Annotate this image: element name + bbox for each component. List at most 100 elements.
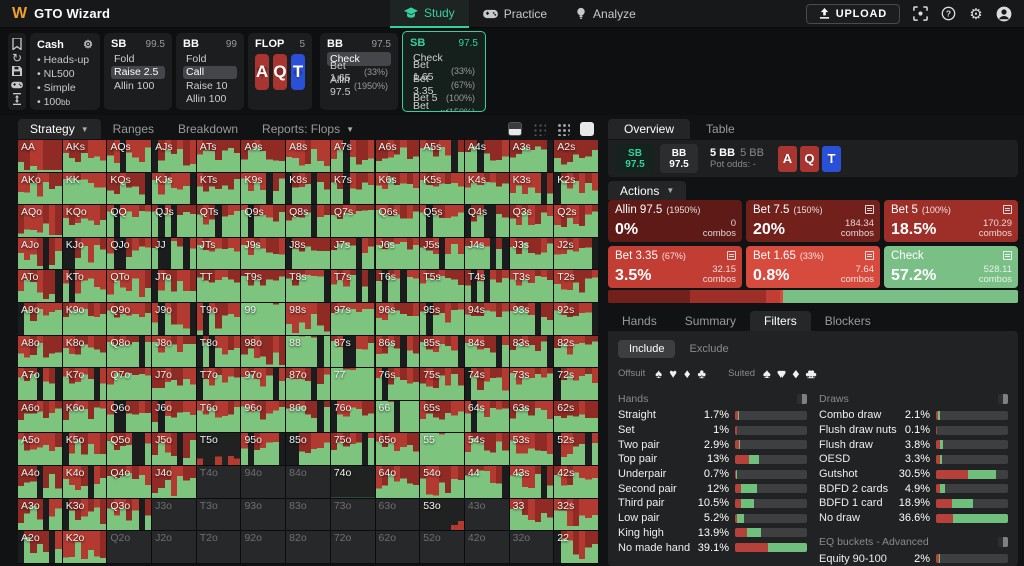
history-panel-0[interactable]: SB99.5FoldRaise 2.5Allin 100 <box>104 33 172 110</box>
matrix-cell-52o[interactable]: 52o <box>420 531 464 563</box>
matrix-cell-J2o[interactable]: J2o <box>152 531 196 563</box>
dense-grid-icon[interactable] <box>556 122 570 136</box>
note-icon[interactable] <box>727 251 736 260</box>
matrix-cell-J7o[interactable]: J7o <box>152 368 196 400</box>
action-row[interactable]: Allin 100 <box>111 79 165 93</box>
hands-row[interactable]: Third pair10.5% <box>618 496 807 511</box>
upload-button[interactable]: UPLOAD <box>806 4 900 24</box>
note-icon[interactable] <box>865 205 874 214</box>
matrix-cell-JTo[interactable]: JTo <box>152 270 196 302</box>
matrix-cell-ATs[interactable]: ATs <box>197 140 241 172</box>
flop-panel[interactable]: FLOP5 ♥A♥Q♦T <box>248 33 312 110</box>
matrix-cell-84o[interactable]: 84o <box>286 466 330 498</box>
matrix-cell-53o[interactable]: 53o <box>420 499 464 531</box>
matrix-cell-K6o[interactable]: K6o <box>63 401 107 433</box>
matrix-cell-93s[interactable]: 93s <box>510 303 554 335</box>
matrix-cell-A3o[interactable]: A3o <box>18 499 62 531</box>
matrix-cell-A7o[interactable]: A7o <box>18 368 62 400</box>
matrix-cell-Q2o[interactable]: Q2o <box>107 531 151 563</box>
note-icon[interactable] <box>1003 205 1012 214</box>
matrix-cell-97o[interactable]: 97o <box>241 368 285 400</box>
hands-row[interactable]: King high13.9% <box>618 526 807 541</box>
matrix-cell-T6s[interactable]: T6s <box>376 270 420 302</box>
matrix-cell-A3s[interactable]: A3s <box>510 140 554 172</box>
game-config-panel[interactable]: Cash⚙ • Heads-up• NL500• Simple• 100bb <box>30 33 100 110</box>
offsuit-suit-1[interactable]: ♥ <box>669 366 677 381</box>
matrix-cell-99[interactable]: 99 <box>241 303 285 335</box>
matrix-cell-54o[interactable]: 54o <box>420 466 464 498</box>
matrix-cell-Q2s[interactable]: Q2s <box>554 205 598 237</box>
matrix-cell-T3s[interactable]: T3s <box>510 270 554 302</box>
matrix-cell-85s[interactable]: 85s <box>420 336 464 368</box>
nav-tab-practice[interactable]: Practice <box>469 0 561 28</box>
matrix-cell-QQ[interactable]: QQ <box>107 205 151 237</box>
section-toggle-icon[interactable] <box>998 537 1008 547</box>
matrix-cell-J5o[interactable]: J5o <box>152 433 196 465</box>
draws-row[interactable]: No draw36.6% <box>819 511 1008 526</box>
matrix-cell-J6s[interactable]: J6s <box>376 238 420 270</box>
settings-icon[interactable]: ⚙ <box>968 6 984 22</box>
matrix-cell-A6o[interactable]: A6o <box>18 401 62 433</box>
matrix-cell-94s[interactable]: 94s <box>465 303 509 335</box>
matrix-cell-98o[interactable]: 98o <box>241 336 285 368</box>
matrix-cell-87s[interactable]: 87s <box>331 336 375 368</box>
matrix-cell-KQs[interactable]: KQs <box>107 173 151 205</box>
matrix-cell-87o[interactable]: 87o <box>286 368 330 400</box>
history-panel-2[interactable]: BB97.5CheckBet 1.65(33%)Allin 97.5(1950%… <box>320 33 398 110</box>
hands-row[interactable]: Straight1.7% <box>618 408 807 423</box>
matrix-cell-Q7s[interactable]: Q7s <box>331 205 375 237</box>
right-tab-overview[interactable]: Overview <box>608 119 690 139</box>
matrix-cell-43o[interactable]: 43o <box>465 499 509 531</box>
action-row[interactable]: Raise 10 <box>183 79 237 93</box>
matrix-cell-AKs[interactable]: AKs <box>63 140 107 172</box>
draws-row[interactable]: Combo draw2.1% <box>819 408 1008 423</box>
matrix-cell-K4o[interactable]: K4o <box>63 466 107 498</box>
matrix-cell-J3o[interactable]: J3o <box>152 499 196 531</box>
matrix-cell-76s[interactable]: 76s <box>376 368 420 400</box>
matrix-cell-T9o[interactable]: T9o <box>197 303 241 335</box>
matrix-cell-T2o[interactable]: T2o <box>197 531 241 563</box>
hands-row[interactable]: Underpair0.7% <box>618 467 807 482</box>
matrix-cell-95o[interactable]: 95o <box>241 433 285 465</box>
matrix-cell-Q3o[interactable]: Q3o <box>107 499 151 531</box>
detail-tab-summary[interactable]: Summary <box>671 311 750 331</box>
hands-row[interactable]: Second pair12% <box>618 481 807 496</box>
matrix-cell-42o[interactable]: 42o <box>465 531 509 563</box>
matrix-cell-J7s[interactable]: J7s <box>331 238 375 270</box>
matrix-cell-T8o[interactable]: T8o <box>197 336 241 368</box>
matrix-cell-52s[interactable]: 52s <box>554 433 598 465</box>
matrix-cell-T5s[interactable]: T5s <box>420 270 464 302</box>
help-icon[interactable]: ? <box>940 6 956 22</box>
matrix-cell-Q4o[interactable]: Q4o <box>107 466 151 498</box>
matrix-cell-62s[interactable]: 62s <box>554 401 598 433</box>
matrix-cell-86o[interactable]: 86o <box>286 401 330 433</box>
matrix-cell-Q4s[interactable]: Q4s <box>465 205 509 237</box>
hands-row[interactable]: Top pair13% <box>618 452 807 467</box>
matrix-cell-43s[interactable]: 43s <box>510 466 554 498</box>
matrix-cell-84s[interactable]: 84s <box>465 336 509 368</box>
detail-tab-filters[interactable]: Filters <box>750 311 811 331</box>
matrix-cell-72o[interactable]: 72o <box>331 531 375 563</box>
draws-row[interactable]: Gutshot30.5% <box>819 467 1008 482</box>
eq-row[interactable]: Equity 90-1002% <box>819 552 1008 566</box>
matrix-cell-QJo[interactable]: QJo <box>107 238 151 270</box>
matrix-cell-92o[interactable]: 92o <box>241 531 285 563</box>
action-row[interactable]: Fold <box>183 52 237 66</box>
matrix-cell-74o[interactable]: 74o <box>331 466 375 498</box>
nav-tab-analyze[interactable]: Analyze <box>561 0 650 28</box>
matrix-cell-KQo[interactable]: KQo <box>63 205 107 237</box>
matrix-cell-ATo[interactable]: ATo <box>18 270 62 302</box>
matrix-cell-QJs[interactable]: QJs <box>152 205 196 237</box>
matrix-cell-32s[interactable]: 32s <box>554 499 598 531</box>
offsuit-suit-2[interactable]: ♦ <box>684 366 691 381</box>
action-row[interactable]: Fold <box>111 52 165 66</box>
draws-row[interactable]: Flush draw3.8% <box>819 437 1008 452</box>
config-gear-icon[interactable]: ⚙ <box>83 38 93 51</box>
matrix-cell-A6s[interactable]: A6s <box>376 140 420 172</box>
matrix-cell-J4o[interactable]: J4o <box>152 466 196 498</box>
matrix-cell-75s[interactable]: 75s <box>420 368 464 400</box>
matrix-cell-A9o[interactable]: A9o <box>18 303 62 335</box>
offsuit-suit-3[interactable]: ♣ <box>698 366 707 381</box>
matrix-cell-KTs[interactable]: KTs <box>197 173 241 205</box>
matrix-cell-Q5o[interactable]: Q5o <box>107 433 151 465</box>
